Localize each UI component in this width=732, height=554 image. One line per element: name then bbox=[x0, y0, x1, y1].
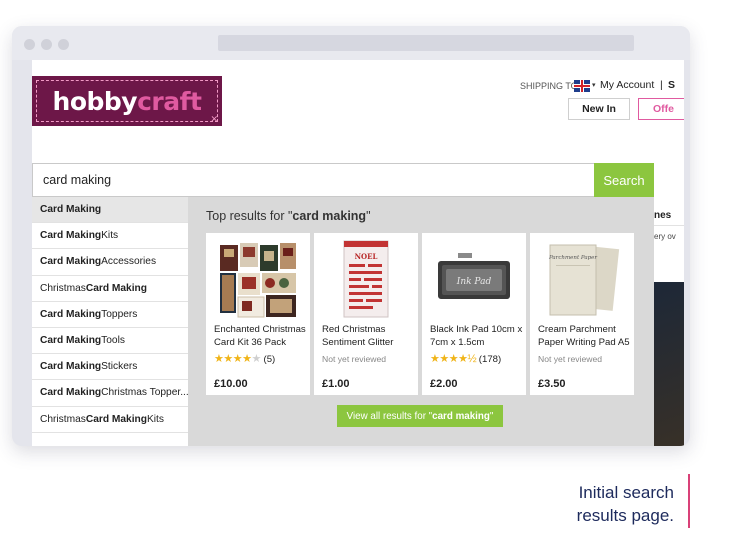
product-price: £3.50 bbox=[538, 378, 566, 390]
glitter-sticker-image: NOEL bbox=[343, 240, 389, 318]
hobbycraft-logo[interactable]: hobbycraft ✕ bbox=[32, 76, 222, 126]
caption-accent-bar bbox=[688, 474, 690, 528]
star-rating-icon: ★★★★★ bbox=[214, 353, 261, 365]
parchment-pad-image: Parchment Paper bbox=[548, 244, 620, 316]
svg-text:NOEL: NOEL bbox=[355, 252, 378, 261]
suggestion-item[interactable]: Card Making Stickers bbox=[32, 354, 188, 381]
ink-pad-image: Ink Pad bbox=[438, 253, 510, 299]
product-name[interactable]: Black Ink Pad 10cm x 7cm x 1.5cm bbox=[430, 323, 524, 349]
suggestion-item[interactable]: Christmas Card Making bbox=[32, 276, 188, 302]
window-maximize-dot[interactable] bbox=[58, 39, 69, 50]
chevron-down-icon[interactable]: ▾ bbox=[592, 81, 596, 89]
suggestion-item[interactable]: Card Making Tools bbox=[32, 328, 188, 355]
svg-text:Parchment Paper: Parchment Paper bbox=[548, 255, 597, 261]
review-status: Not yet reviewed bbox=[322, 354, 387, 364]
star-rating-icon: ★★★★½ bbox=[430, 353, 477, 365]
review-status: Not yet reviewed bbox=[538, 354, 603, 364]
window-close-dot[interactable] bbox=[24, 39, 35, 50]
product-card[interactable]: Enchanted Christmas Card Kit 36 Pack ★★★… bbox=[206, 233, 310, 395]
caption-line-2: results page. bbox=[576, 506, 674, 525]
window-minimize-dot[interactable] bbox=[41, 39, 52, 50]
address-bar[interactable] bbox=[218, 35, 634, 51]
new-in-button[interactable]: New In bbox=[568, 98, 630, 120]
figure-caption: Initial search results page. bbox=[577, 481, 674, 527]
search-input[interactable]: card making bbox=[32, 163, 594, 197]
product-name[interactable]: Enchanted Christmas Card Kit 36 Pack bbox=[214, 323, 308, 349]
product-rating: ★★★★½ (178) bbox=[430, 353, 502, 365]
product-price: £2.00 bbox=[430, 378, 458, 390]
background-heading-fragment: nes bbox=[654, 210, 672, 221]
suggestion-item[interactable]: Christmas Card Making Kits bbox=[32, 407, 188, 433]
hobbycraft-page: hobbycraft ✕ SHIPPING TO ▾ My Account | … bbox=[32, 60, 684, 446]
suggestion-list: Card Making Card Making Kits Card Making… bbox=[32, 197, 188, 446]
view-all-results-button[interactable]: View all results for " card making " bbox=[337, 405, 503, 427]
suggestion-item[interactable]: Card Making Toppers bbox=[32, 302, 188, 328]
background-text-fragment: ery ov bbox=[654, 232, 676, 241]
uk-flag-icon[interactable] bbox=[574, 80, 590, 92]
product-name[interactable]: Cream Parchment Paper Writing Pad A5 bbox=[538, 323, 632, 349]
suggestion-item[interactable]: Card Making Accessories bbox=[32, 249, 188, 276]
product-price: £10.00 bbox=[214, 378, 248, 390]
top-results-heading: Top results for "card making" bbox=[206, 209, 371, 223]
product-card[interactable]: Parchment Paper Cream Parchment Paper Wr… bbox=[530, 233, 634, 395]
product-rating: ★★★★★ (5) bbox=[214, 353, 276, 365]
header-separator: | bbox=[660, 79, 663, 91]
product-name[interactable]: Red Christmas Sentiment Glitter bbox=[322, 323, 416, 349]
product-card[interactable]: Ink Pad Black Ink Pad 10cm x 7cm x 1.5cm… bbox=[422, 233, 526, 395]
suggestion-item[interactable]: Card Making Christmas Topper... bbox=[32, 380, 188, 407]
suggestion-item[interactable]: Card Making bbox=[32, 197, 188, 224]
browser-window: hobbycraft ✕ SHIPPING TO ▾ My Account | … bbox=[12, 26, 690, 446]
offers-button[interactable]: Offe bbox=[638, 98, 684, 120]
logo-stitch-icon: ✕ bbox=[210, 114, 218, 124]
product-price: £1.00 bbox=[322, 378, 350, 390]
browser-toolbar bbox=[12, 26, 690, 60]
caption-line-1: Initial search bbox=[578, 483, 674, 502]
suggestion-item[interactable]: Card Making Kits bbox=[32, 223, 188, 250]
shipping-label: SHIPPING TO bbox=[520, 81, 578, 91]
my-account-link[interactable]: My Account bbox=[600, 79, 654, 91]
search-dropdown: Card Making Card Making Kits Card Making… bbox=[32, 197, 654, 446]
product-card[interactable]: NOEL Red Christmas Sentiment Glitter Not… bbox=[314, 233, 418, 395]
svg-text:Ink Pad: Ink Pad bbox=[456, 277, 492, 287]
truncated-header-link[interactable]: S bbox=[668, 79, 675, 91]
logo-wordmark: hobbycraft bbox=[52, 86, 202, 116]
card-kit-image bbox=[220, 243, 296, 318]
search-button[interactable]: Search bbox=[594, 163, 654, 197]
